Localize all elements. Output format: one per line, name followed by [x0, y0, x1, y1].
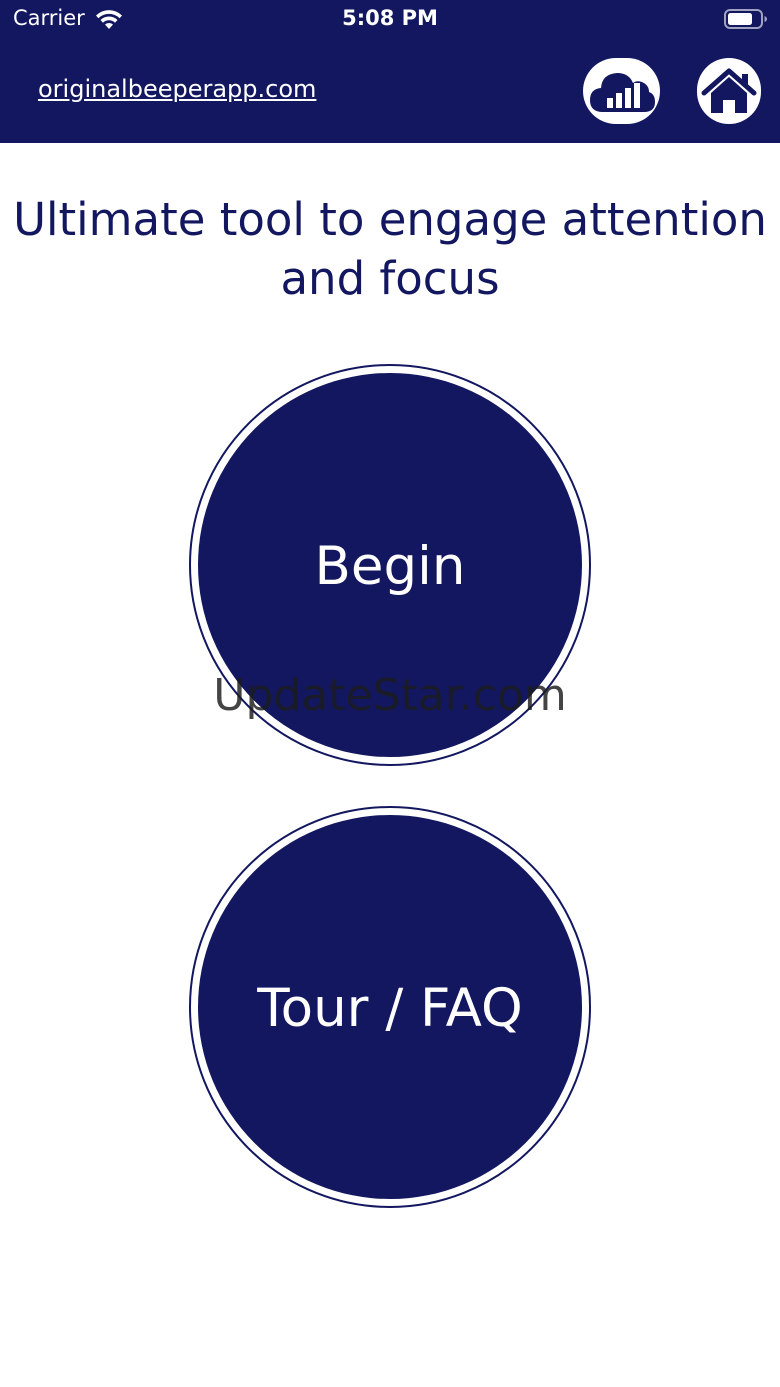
begin-button-label: Begin	[314, 536, 466, 597]
header-bar: Carrier 5:08 PM originalbeeperapp.com	[0, 0, 780, 143]
website-link[interactable]: originalbeeperapp.com	[38, 75, 316, 103]
tagline-heading: Ultimate tool to engage attention and fo…	[13, 193, 767, 305]
begin-button[interactable]: Begin	[189, 364, 591, 766]
tour-faq-button[interactable]: Tour / FAQ	[189, 806, 591, 1208]
cloud-stats-button[interactable]	[583, 58, 660, 124]
cloud-chart-icon	[590, 73, 655, 112]
home-icon	[701, 68, 757, 113]
battery-icon	[724, 9, 767, 29]
home-button[interactable]	[697, 58, 761, 124]
tour-faq-button-label: Tour / FAQ	[257, 978, 523, 1039]
status-time: 5:08 PM	[342, 6, 438, 30]
status-bar: Carrier 5:08 PM	[0, 0, 780, 40]
